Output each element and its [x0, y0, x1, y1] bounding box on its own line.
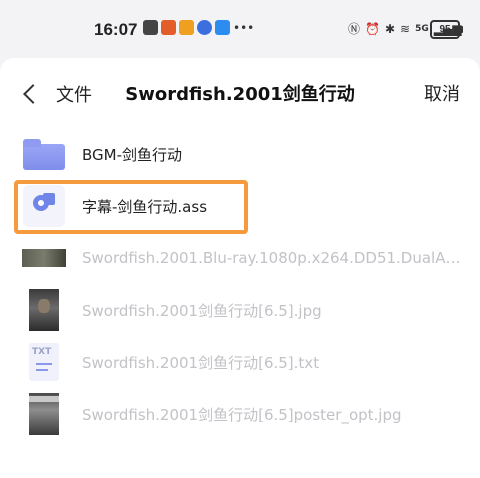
cloud-icon: [215, 20, 230, 35]
alarm-icon: ⏰: [365, 21, 380, 36]
image-thumbnail: [22, 392, 66, 436]
list-item[interactable]: BGM-剑鱼行动: [0, 128, 480, 180]
cancel-button[interactable]: 取消: [424, 80, 460, 106]
play-icon: [179, 20, 194, 35]
file-name: Swordfish.2001剑鱼行动[6.5].jpg: [82, 301, 322, 320]
back-button[interactable]: 文件: [20, 80, 92, 108]
chevron-left-icon: [23, 84, 43, 104]
selection-highlight: [14, 180, 248, 234]
battery-icon: 95: [430, 20, 463, 39]
nfc-icon: Ⓝ: [348, 22, 361, 36]
header: 文件 Swordfish.2001剑鱼行动 取消: [0, 58, 480, 128]
mail-icon: [143, 20, 158, 35]
app-icon: [161, 20, 176, 35]
file-name: Swordfish.2001.Blu-ray.1080p.x264.DD51.D…: [82, 249, 462, 267]
txt-label: TXT: [32, 347, 52, 357]
page-title: Swordfish.2001剑鱼行动: [125, 84, 355, 105]
more-icon: •••: [233, 20, 255, 35]
file-picker-sheet: 文件 Swordfish.2001剑鱼行动 取消 BGM-剑鱼行动 字幕-剑鱼行…: [0, 58, 480, 478]
image-thumbnail: [22, 288, 66, 332]
back-label: 文件: [56, 85, 92, 106]
file-name: Swordfish.2001剑鱼行动[6.5].txt: [82, 353, 320, 372]
list-item: TXT Swordfish.2001剑鱼行动[6.5].txt: [0, 336, 480, 388]
file-name: BGM-剑鱼行动: [82, 145, 183, 164]
file-name: Swordfish.2001剑鱼行动[6.5]poster_opt.jpg: [82, 405, 402, 424]
status-time: 16:07: [94, 20, 138, 39]
file-list: BGM-剑鱼行动 字幕-剑鱼行动.ass Swordfish.2001.Blu-…: [0, 128, 480, 440]
video-thumbnail: [22, 236, 66, 280]
folder-icon: [22, 132, 66, 176]
wifi-icon: ≋: [400, 21, 411, 36]
text-file-icon: TXT: [22, 340, 66, 384]
status-bar: 16:07 ••• Ⓝ ⏰ ✱ ≋ 5G ▂▄▆ 95: [0, 0, 480, 60]
music-icon: [197, 20, 212, 35]
list-item: Swordfish.2001.Blu-ray.1080p.x264.DD51.D…: [0, 232, 480, 284]
network-label: 5G: [415, 23, 429, 34]
notification-icons: •••: [143, 20, 254, 35]
bluetooth-icon: ✱: [384, 21, 396, 36]
list-item: Swordfish.2001剑鱼行动[6.5].jpg: [0, 284, 480, 336]
list-item: Swordfish.2001剑鱼行动[6.5]poster_opt.jpg: [0, 388, 480, 440]
